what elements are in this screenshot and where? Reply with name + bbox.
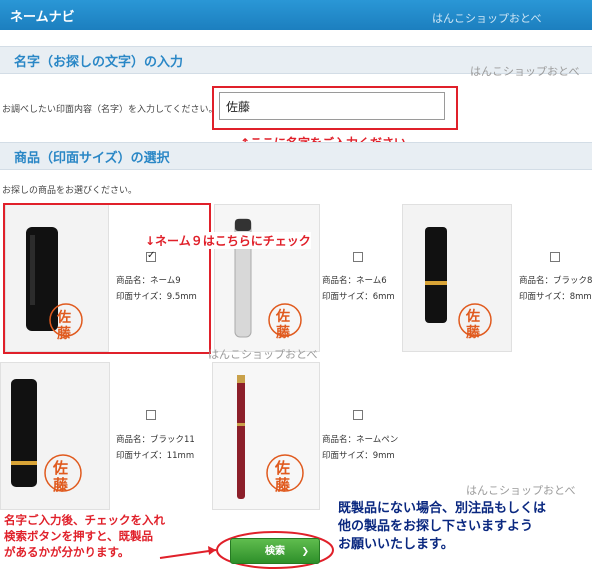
stamp-char-2: 藤	[53, 476, 69, 494]
stamp-char-2: 藤	[276, 325, 290, 341]
product-checkbox-black11[interactable]	[146, 410, 156, 420]
product-name-namepen: 商品名：ネームペン	[322, 435, 399, 445]
product-watermark-mid: はんこショップおとべ	[208, 348, 318, 361]
product-checkbox-black8[interactable]	[550, 252, 560, 262]
custom-order-note: 既製品にない場合、別注品もしくは 他の製品をお探し下さいますよう お願いいたしま…	[338, 500, 592, 554]
product-size-black8: 印面サイズ：8mm	[519, 292, 592, 302]
product-name-black8: 商品名：ブラック8	[519, 276, 592, 286]
header-watermark: はんこショップおとべ	[432, 12, 542, 25]
section-name-watermark: はんこショップおとべ	[470, 65, 580, 78]
custom-note-line-2: 他の製品をお探し下さいますよう	[338, 519, 534, 534]
section-product-title: 商品（印面サイズ）の選択	[14, 151, 170, 166]
stamp-namepen-image	[237, 375, 304, 499]
product-checkbox-namepen[interactable]	[353, 410, 363, 420]
product-watermark-bottom: はんこショップおとべ	[466, 484, 576, 497]
section-product-header: 商品（印面サイズ）の選択	[0, 142, 592, 170]
stamp-name6-image	[234, 218, 302, 338]
product-size-namepen: 印面サイズ：9mm	[322, 451, 395, 461]
name-prompt: お調べしたい印面内容（名字）を入力してください。	[2, 105, 218, 115]
stamp-black8-image	[425, 227, 492, 337]
product-name9-highlight	[3, 203, 211, 354]
stamp-char-2: 藤	[466, 325, 480, 341]
product-size-name6: 印面サイズ：6mm	[322, 292, 395, 302]
product-checkbox-name6[interactable]	[353, 252, 363, 262]
chevron-right-icon: ❯	[301, 547, 309, 557]
section-name-title: 名字（お探しの文字）の入力	[14, 55, 184, 70]
product-annotation: ↓ネーム９はこちらにチェック	[145, 232, 311, 249]
product-image-black11[interactable]: 佐 藤	[0, 362, 110, 510]
product-image-namepen[interactable]: 佐 藤	[212, 362, 320, 510]
custom-note-line-1: 既製品にない場合、別注品もしくは	[338, 501, 547, 516]
name-input[interactable]	[219, 92, 445, 120]
header-bar: ネームナビ はんこショップおとべ	[0, 0, 592, 30]
product-name-name6: 商品名：ネーム6	[322, 276, 387, 286]
product-size-black11: 印面サイズ：11mm	[116, 451, 195, 461]
product-image-black8[interactable]: 佐 藤	[402, 204, 512, 352]
app-title: ネームナビ	[10, 10, 75, 25]
product-prompt: お探しの商品をお選びください。	[2, 186, 138, 196]
product-image-name6[interactable]: 佐 藤	[214, 204, 320, 352]
search-button[interactable]: 検索 ❯	[230, 538, 320, 564]
custom-note-line-3: お願いいたします。	[338, 537, 454, 552]
product-name-black11: 商品名：ブラック11	[116, 435, 195, 445]
stamp-char-2: 藤	[275, 476, 291, 494]
search-button-label: 検索	[265, 546, 285, 557]
